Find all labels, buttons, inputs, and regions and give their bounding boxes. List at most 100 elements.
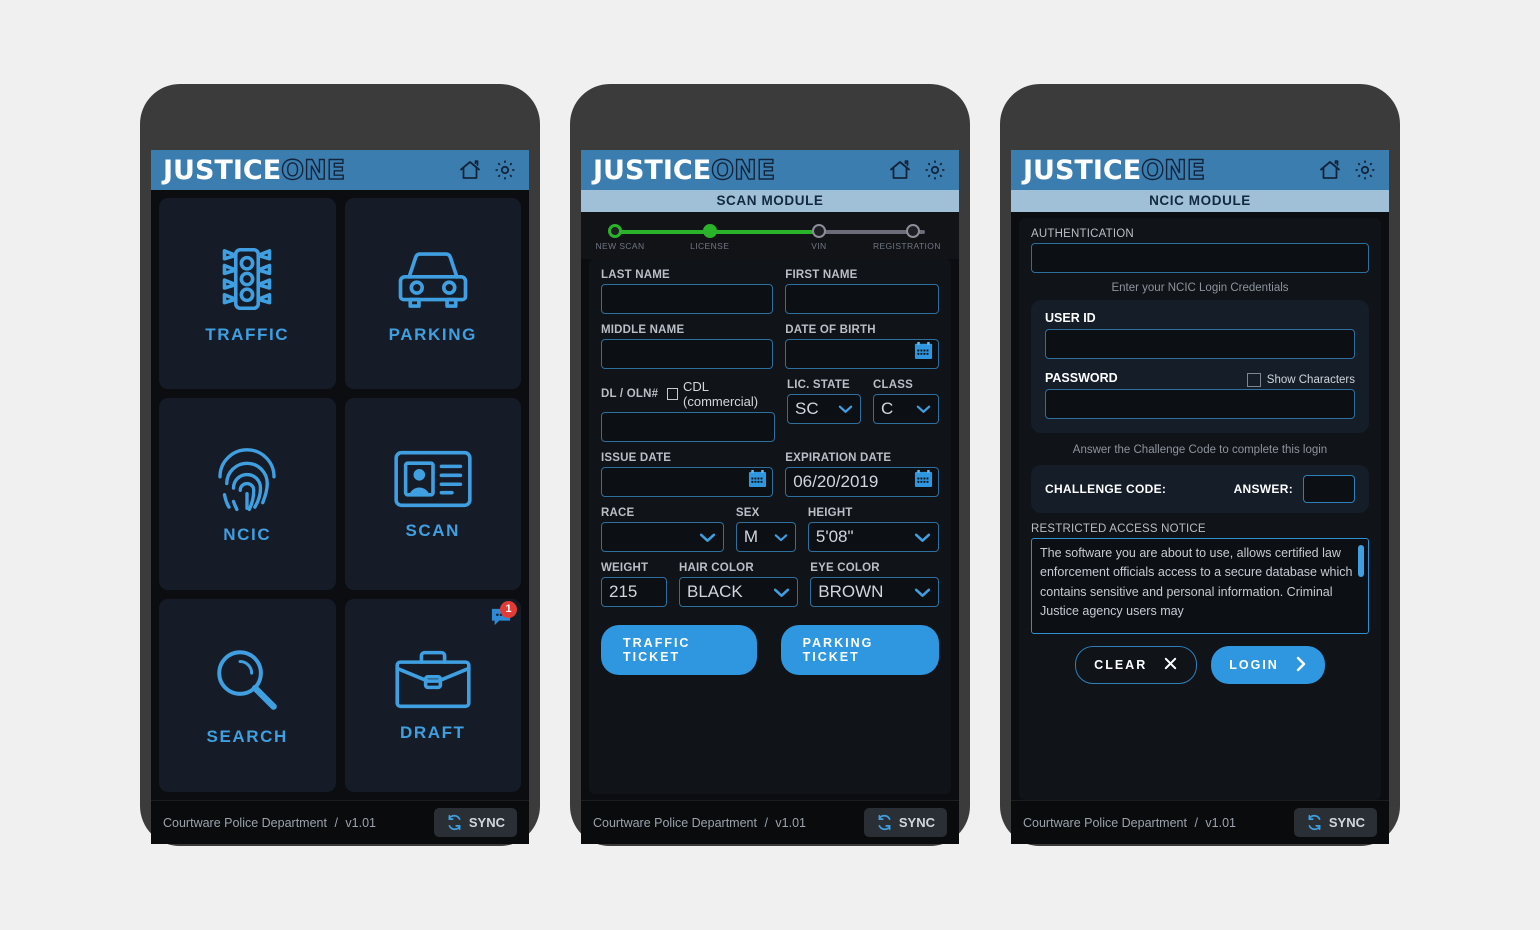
phone2-body: NEW SCAN LICENSE VIN REGISTRATION LAST N… <box>581 212 959 800</box>
gear-icon[interactable] <box>1353 158 1377 182</box>
logo-word-one: ONE <box>1140 154 1206 186</box>
field-weight: WEIGHT 215 <box>601 562 667 607</box>
last-name-input[interactable] <box>601 284 774 314</box>
stepper-dot-license[interactable] <box>702 224 717 238</box>
lic-state-select[interactable]: SC <box>787 394 861 424</box>
traffic-ticket-button[interactable]: TRAFFIC TICKET <box>601 625 757 675</box>
footer-department: Courtware Police Department <box>163 815 327 830</box>
chevron-right-icon <box>1295 656 1307 675</box>
sync-button[interactable]: SYNC <box>1293 808 1377 837</box>
screenshot-stage: JUSTICE ONE TRAFFIC PARKING NCIC SCAN SE… <box>0 0 1540 930</box>
authentication-input[interactable] <box>1031 243 1369 273</box>
field-issue-date: ISSUE DATE <box>601 452 774 497</box>
calendar-icon[interactable] <box>914 341 933 365</box>
app-header: JUSTICE ONE <box>581 150 959 190</box>
cdl-checkbox[interactable] <box>667 388 679 400</box>
stepper-dot-vin[interactable] <box>811 224 826 238</box>
phone-device-1: JUSTICE ONE TRAFFIC PARKING NCIC SCAN SE… <box>140 84 540 846</box>
module-tile-label: PARKING <box>388 324 477 344</box>
field-class: CLASS C <box>873 379 939 442</box>
header-icon-group <box>887 158 947 182</box>
module-subtitle-bar: NCIC MODULE <box>1011 190 1389 212</box>
login-button[interactable]: LOGIN <box>1211 646 1325 684</box>
chevron-down-icon <box>916 404 931 414</box>
answer-input[interactable] <box>1303 475 1355 503</box>
date-of-birth-input[interactable] <box>785 339 939 369</box>
sync-button[interactable]: SYNC <box>863 808 947 837</box>
gear-icon[interactable] <box>493 158 517 182</box>
module-tile-traffic[interactable]: TRAFFIC <box>159 198 336 390</box>
middle-name-input[interactable] <box>601 339 774 369</box>
height-select[interactable]: 5'08" <box>807 522 939 552</box>
stepper-label-vin: VIN <box>811 241 827 251</box>
home-icon[interactable] <box>457 158 483 182</box>
gear-icon[interactable] <box>923 158 947 182</box>
footer-separator: / <box>764 815 768 830</box>
parking-ticket-button[interactable]: PARKING TICKET <box>780 625 939 675</box>
module-tile-parking[interactable]: PARKING <box>344 198 521 390</box>
expiration-date-value: 06/20/2019 <box>793 472 879 491</box>
challenge-code-label: CHALLENGE CODE: <box>1045 482 1167 496</box>
class-select[interactable]: C <box>873 394 939 424</box>
module-tile-label: SEARCH <box>206 727 288 747</box>
credentials-box: USER ID PASSWORD Show Characters <box>1031 300 1369 433</box>
module-tile-draft[interactable]: 1 DRAFT <box>344 598 521 792</box>
module-tile-scan[interactable]: SCAN <box>344 398 521 590</box>
user-id-input[interactable] <box>1045 329 1355 359</box>
field-label: HEIGHT <box>807 507 853 519</box>
hair-color-select[interactable]: BLACK <box>679 577 799 607</box>
show-characters-group[interactable]: Show Characters <box>1246 373 1355 387</box>
ncic-module: AUTHENTICATION Enter your NCIC Login Cre… <box>1011 212 1389 800</box>
calendar-icon[interactable] <box>748 469 767 493</box>
field-eye-color: EYE COLOR BROWN <box>810 562 939 607</box>
field-label: DL / OLN# <box>601 388 659 400</box>
phone2-screen: JUSTICE ONE SCAN MODULE NEW SCAN LICENSE… <box>581 150 959 844</box>
field-authentication: AUTHENTICATION <box>1031 228 1369 273</box>
field-sex: SEX M <box>735 507 796 552</box>
password-label: PASSWORD <box>1045 371 1118 385</box>
sync-button[interactable]: SYNC <box>433 808 517 837</box>
field-dl-oln: DL / OLN# CDL (commercial) <box>601 379 775 442</box>
notice-scrollbar-thumb[interactable] <box>1358 545 1364 577</box>
dl-oln-input[interactable] <box>601 412 775 442</box>
home-icon[interactable] <box>887 158 913 182</box>
stepper-dot-registration[interactable] <box>906 224 921 238</box>
app-logo: JUSTICE ONE <box>1023 154 1206 186</box>
notice-textarea[interactable]: The software you are about to use, allow… <box>1031 538 1369 634</box>
show-characters-checkbox[interactable] <box>1246 373 1261 387</box>
module-tile-ncic[interactable]: NCIC <box>159 398 336 590</box>
module-grid: TRAFFIC PARKING NCIC SCAN SEARCH 1 DRAFT <box>151 190 529 800</box>
password-label-row: PASSWORD Show Characters <box>1045 371 1355 389</box>
module-tile-label: DRAFT <box>399 723 466 743</box>
phone-device-3: JUSTICE ONE NCIC MODULE AUTHENTICATION E… <box>1000 84 1400 846</box>
chevron-down-icon <box>838 404 853 414</box>
stepper-dot-new-scan[interactable] <box>608 224 623 238</box>
clear-button[interactable]: CLEAR <box>1075 646 1198 684</box>
expiration-date-input[interactable]: 06/20/2019 <box>785 467 939 497</box>
phone1-footer: Courtware Police Department / v1.01 SYNC <box>151 800 529 844</box>
fingerprint-icon <box>211 443 283 515</box>
footer-separator: / <box>334 815 338 830</box>
first-name-input[interactable] <box>785 284 939 314</box>
weight-input[interactable]: 215 <box>601 577 667 607</box>
sex-select[interactable]: M <box>735 522 796 552</box>
form-row-dl: DL / OLN# CDL (commercial) LIC. STATE SC… <box>601 379 939 442</box>
field-label: ISSUE DATE <box>601 452 672 464</box>
race-select[interactable] <box>601 522 724 552</box>
sync-refresh-icon <box>1306 814 1323 831</box>
issue-date-input[interactable] <box>601 467 774 497</box>
stepper-label-new-scan: NEW SCAN <box>595 241 645 251</box>
cdl-label: CDL (commercial) <box>683 379 759 409</box>
challenge-hint: Answer the Challenge Code to complete th… <box>1072 444 1328 456</box>
module-tile-label: TRAFFIC <box>205 324 290 344</box>
header-icon-group <box>1317 158 1377 182</box>
field-first-name: FIRST NAME <box>785 269 939 314</box>
home-icon[interactable] <box>1317 158 1343 182</box>
draft-notification-badge[interactable]: 1 <box>490 600 517 627</box>
calendar-icon[interactable] <box>914 469 933 493</box>
password-input[interactable] <box>1045 389 1355 419</box>
cdl-checkbox-group[interactable]: CDL (commercial) <box>667 379 775 409</box>
eye-color-select[interactable]: BROWN <box>810 577 939 607</box>
module-tile-search[interactable]: SEARCH <box>159 598 336 792</box>
form-row-physical-2: WEIGHT 215 HAIR COLOR BLACK EYE COLOR BR… <box>601 562 939 607</box>
